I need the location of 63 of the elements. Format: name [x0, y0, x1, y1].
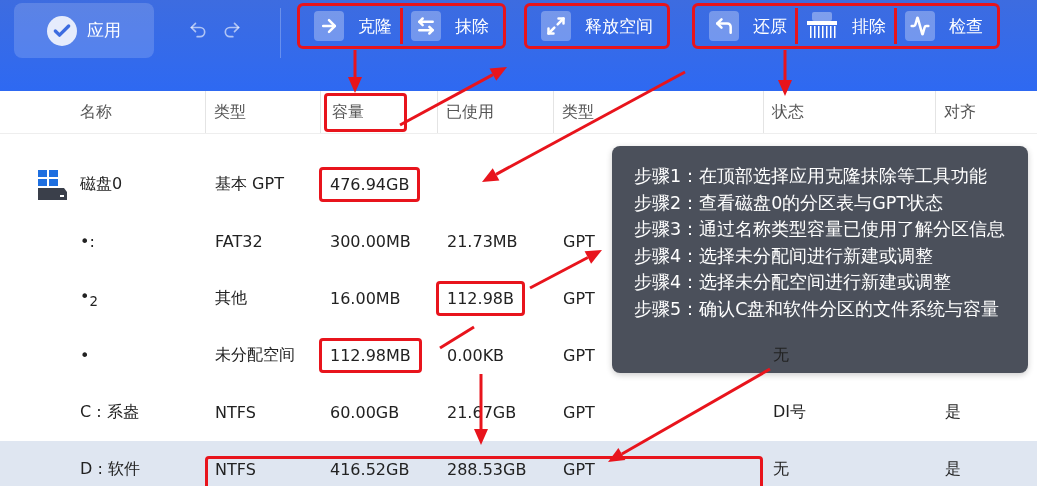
table-cell: 其他: [215, 288, 247, 309]
instruction-line: 步骤3：通过名称类型容量已使用了解分区信息: [634, 218, 1006, 241]
toolbar-button[interactable]: 排除: [800, 6, 892, 46]
table-cell: 112.98B: [436, 281, 525, 316]
toolbar-button[interactable]: 克隆: [308, 6, 398, 46]
table-cell: 基本 GPT: [215, 174, 284, 195]
table-cell: DI号: [773, 402, 807, 423]
pulse-icon: [905, 11, 935, 41]
annotation-line: [439, 325, 475, 350]
table-cell: GPT: [563, 232, 595, 251]
undo-icon[interactable]: [188, 20, 208, 40]
partition-name: 磁盘0: [80, 174, 123, 195]
toolbar-button[interactable]: 还原: [703, 6, 793, 46]
toolbar-button[interactable]: 释放空间: [535, 6, 659, 46]
disk-drive-icon: [38, 169, 68, 200]
arrows-swap-icon: [411, 11, 441, 41]
column-header[interactable]: 类型: [562, 101, 594, 123]
column-header[interactable]: 已使用: [446, 101, 494, 123]
instruction-line: 步骤4：选择未分配空间进行新建或调整: [634, 271, 953, 294]
apply-button[interactable]: 应用: [14, 3, 154, 58]
instruction-line: 步骤4：选择未分配间进行新建或调整: [634, 244, 935, 268]
column-header[interactable]: 对齐: [944, 101, 976, 123]
partition-name: •: [80, 346, 90, 365]
table-cell: GPT: [563, 460, 595, 479]
selected-row[interactable]: D : 软件 NTFS 416.52GB 288.53GB GPT 无 是: [0, 441, 1037, 486]
redo-icon[interactable]: [222, 20, 242, 40]
partition-name: •$_{2}$: [80, 287, 98, 310]
partition-name: C : 系盎: [80, 402, 139, 423]
table-cell: 112.98MB: [319, 338, 422, 373]
toolbar-button[interactable]: 抹除: [405, 6, 495, 46]
table-cell: 21.73MB: [447, 232, 518, 251]
table-cell: 16.00MB: [330, 289, 401, 308]
table-cell: 是: [945, 459, 961, 480]
column-header[interactable]: 类型: [214, 101, 246, 123]
table-cell: NTFS: [215, 403, 256, 422]
table-cell: 300.00MB: [330, 232, 411, 251]
column-header[interactable]: 容量: [324, 92, 407, 132]
column-header[interactable]: 名称: [80, 101, 112, 123]
table-cell: 288.53GB: [447, 460, 527, 479]
partition-name: •:: [80, 232, 95, 251]
table-cell: GPT: [563, 403, 595, 422]
expand-icon: [541, 11, 571, 41]
table-cell: 476.94GB: [319, 167, 421, 202]
table-cell: 无: [773, 345, 789, 366]
instruction-line: 步骤2：查看磁盘0的分区表与GPT状态: [634, 191, 945, 215]
instruction-line: 步骤5：确认C盘和软件分区的文件系统与容量: [634, 297, 1001, 321]
table-cell: 416.52GB: [330, 460, 410, 479]
table-cell: 60.00GB: [330, 403, 400, 422]
check-icon: [47, 15, 77, 46]
table-cell: NTFS: [215, 460, 256, 479]
table-cell: 未分配空间: [215, 345, 295, 366]
table-cell: GPT: [563, 346, 595, 365]
toolbar-button[interactable]: 检查: [899, 6, 989, 46]
partition-name: D : 软件: [80, 459, 140, 480]
table-cell: GPT: [563, 289, 595, 308]
table-cell: 是: [945, 402, 961, 423]
instruction-line: 步骤1：在顶部选择应用克隆抹除等工具功能: [634, 165, 989, 188]
shredder-icon: [806, 11, 838, 41]
table-cell: 0.00KB: [447, 346, 505, 365]
table-cell: 无: [773, 459, 789, 480]
arrow-right-icon: [314, 11, 344, 41]
column-header[interactable]: 状态: [772, 101, 804, 123]
table-cell: FAT32: [215, 232, 263, 251]
